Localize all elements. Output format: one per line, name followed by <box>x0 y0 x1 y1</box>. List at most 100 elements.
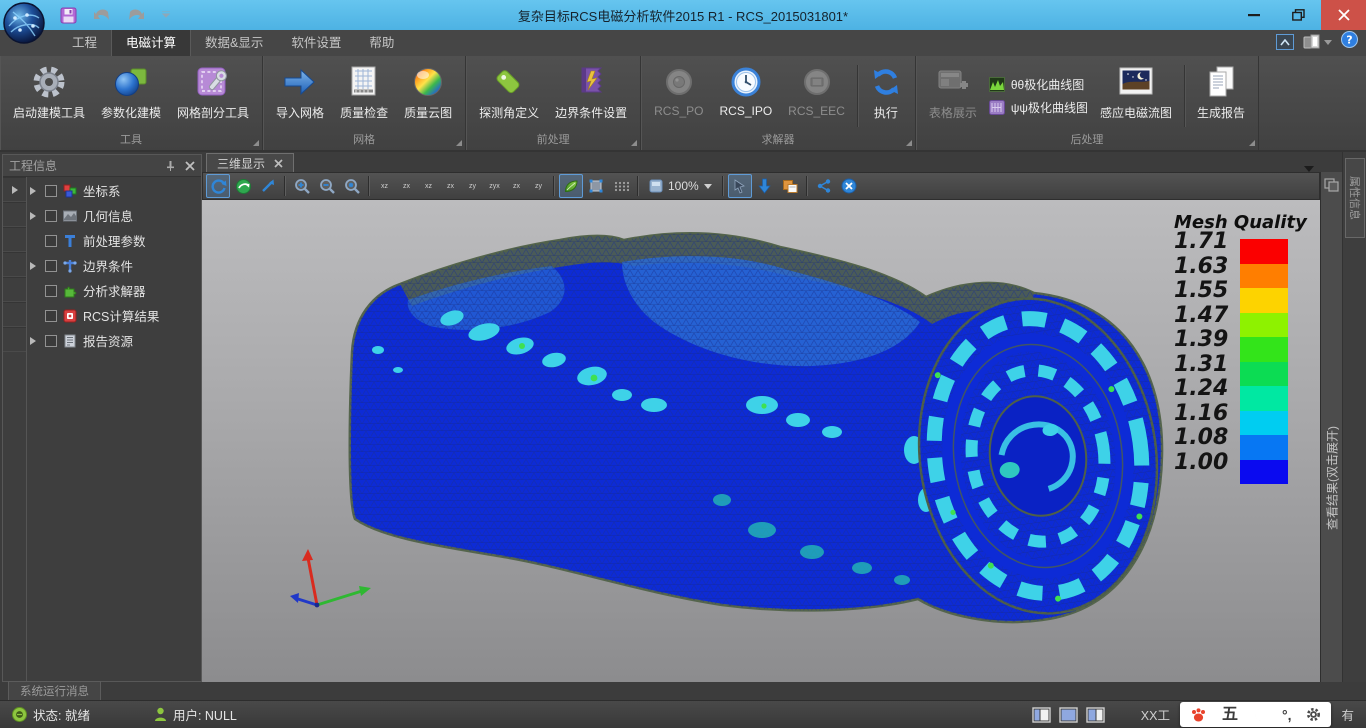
help-button[interactable]: ? <box>1341 31 1358 53</box>
app-logo[interactable] <box>3 2 45 44</box>
tab-3d-display[interactable]: 三维显示 <box>206 153 294 172</box>
gutter-cell[interactable] <box>3 327 26 352</box>
tab-close-icon[interactable] <box>274 159 283 168</box>
layout-left-panel-icon[interactable] <box>1032 707 1051 723</box>
tree-item-geometry-info[interactable]: 几何信息 <box>27 203 201 228</box>
results-side-tab[interactable]: 查看结果(双击展开) <box>1320 172 1342 682</box>
qat-dropdown[interactable] <box>161 11 171 19</box>
quality-check-button[interactable]: 质量检查 <box>332 59 396 133</box>
restore-button[interactable] <box>1276 0 1321 30</box>
ime-punctuation-button[interactable]: °, <box>1282 708 1292 722</box>
view-orient-button-4[interactable]: zx <box>440 174 461 198</box>
gear-icon[interactable] <box>1306 707 1321 722</box>
tab-em-compute[interactable]: 电磁计算 <box>111 27 191 56</box>
grid-mode-button[interactable] <box>609 174 633 198</box>
panel-close-icon[interactable] <box>185 161 195 171</box>
wireframe-mode-button[interactable] <box>584 174 608 198</box>
tab-data-display[interactable]: 数据&显示 <box>191 28 277 56</box>
share-view-button[interactable] <box>812 174 836 198</box>
gutter-cell[interactable] <box>3 177 26 202</box>
gutter-cell[interactable] <box>3 227 26 252</box>
layout-full-panel-icon[interactable] <box>1059 707 1078 723</box>
import-mesh-button[interactable]: 导入网格 <box>268 59 332 133</box>
execute-button[interactable]: 执行 <box>862 59 910 133</box>
view-orient-button-7[interactable]: zx <box>506 174 527 198</box>
gutter-cell[interactable] <box>3 302 26 327</box>
induced-current-map-button[interactable]: 感应电磁流图 <box>1092 59 1180 133</box>
zoom-fit-button[interactable] <box>340 174 364 198</box>
undo-button[interactable] <box>93 8 111 22</box>
zoom-in-button[interactable] <box>290 174 314 198</box>
tree-checkbox[interactable] <box>45 285 57 297</box>
tree-item-boundary-conditions[interactable]: 边界条件 <box>27 253 201 278</box>
shaded-mode-button[interactable] <box>559 174 583 198</box>
tree-checkbox[interactable] <box>45 210 57 222</box>
tree-item-analysis-solver[interactable]: 分析求解器 <box>27 278 201 303</box>
probe-angle-button[interactable]: 探测角定义 <box>471 59 547 133</box>
expander-icon[interactable] <box>30 262 40 270</box>
parametric-modeling-button[interactable]: 参数化建模 <box>93 59 169 133</box>
collapse-ribbon-button[interactable] <box>1276 34 1294 50</box>
mesh-partition-tool-button[interactable]: 网格剖分工具 <box>169 59 257 133</box>
dialog-launcher[interactable] <box>456 140 462 146</box>
copy-view-button[interactable] <box>778 174 802 198</box>
view-orient-button-6[interactable]: zyx <box>484 174 505 198</box>
view-orient-button-2[interactable]: zx <box>396 174 417 198</box>
gutter-cell[interactable] <box>3 277 26 302</box>
system-messages-tab[interactable]: 系统运行消息 <box>8 681 101 700</box>
tab-settings[interactable]: 软件设置 <box>277 28 355 56</box>
view-orient-button-3[interactable]: xz <box>418 174 439 198</box>
rotate-view-button[interactable] <box>206 174 230 198</box>
tree-item-preprocess-params[interactable]: 前处理参数 <box>27 228 201 253</box>
3d-viewport-canvas[interactable]: Mesh Quality 1.71 1.63 1.55 1.47 1.39 1.… <box>202 200 1320 682</box>
tab-help[interactable]: 帮助 <box>355 28 408 56</box>
orbit-button[interactable] <box>231 174 255 198</box>
minimize-button[interactable] <box>1231 0 1276 30</box>
close-button[interactable] <box>1321 0 1366 30</box>
view-orient-button-8[interactable]: zy <box>528 174 549 198</box>
dialog-launcher[interactable] <box>253 140 259 146</box>
quality-cloudmap-button[interactable]: 质量云图 <box>396 59 460 133</box>
pan-button[interactable] <box>256 174 280 198</box>
moon-icon[interactable] <box>1253 707 1267 722</box>
tree-checkbox[interactable] <box>45 185 57 197</box>
device-button[interactable] <box>1303 34 1332 51</box>
zoom-out-button[interactable] <box>315 174 339 198</box>
tree-item-coordinate-system[interactable]: 坐标系 <box>27 178 201 203</box>
expander-icon[interactable] <box>30 187 40 195</box>
baidu-paw-icon[interactable] <box>1190 707 1207 723</box>
select-tool-button[interactable] <box>728 174 752 198</box>
tree-checkbox[interactable] <box>45 310 57 322</box>
ime-wubi-button[interactable]: 五 <box>1222 707 1238 723</box>
psi-polarization-curve-button[interactable]: ψψ极化曲线图 <box>989 99 1088 116</box>
table-display-button[interactable]: 表格展示 <box>921 59 985 133</box>
save-button[interactable] <box>60 7 77 24</box>
generate-report-button[interactable]: 生成报告 <box>1189 59 1253 133</box>
zoom-level-combo[interactable]: 100% <box>643 179 718 193</box>
tree-item-rcs-results[interactable]: RCS计算结果 <box>27 303 201 328</box>
view-orient-button-1[interactable]: xz <box>374 174 395 198</box>
redo-button[interactable] <box>127 8 145 22</box>
gutter-cell[interactable] <box>3 252 26 277</box>
rcs-eec-button[interactable]: RCS_EEC <box>780 59 853 133</box>
expander-icon[interactable] <box>30 337 40 345</box>
dialog-launcher[interactable] <box>906 140 912 146</box>
dialog-launcher[interactable] <box>1249 140 1255 146</box>
tree-checkbox[interactable] <box>45 260 57 272</box>
tree-checkbox[interactable] <box>45 235 57 247</box>
tab-project[interactable]: 工程 <box>58 28 111 56</box>
cancel-button[interactable] <box>837 174 861 198</box>
theta-polarization-curve-button[interactable]: θθ极化曲线图 <box>989 76 1088 93</box>
tree-item-report-resources[interactable]: 报告资源 <box>27 328 201 353</box>
view-orient-button-5[interactable]: zy <box>462 174 483 198</box>
gutter-cell[interactable] <box>3 202 26 227</box>
layout-sidebar-icon[interactable] <box>1086 707 1105 723</box>
tree-checkbox[interactable] <box>45 335 57 347</box>
import-view-button[interactable] <box>753 174 777 198</box>
properties-side-tab[interactable]: 属性信息 <box>1345 158 1365 238</box>
rcs-po-button[interactable]: RCS_PO <box>646 59 711 133</box>
dialog-launcher[interactable] <box>631 140 637 146</box>
boundary-conditions-button[interactable]: 边界条件设置 <box>547 59 635 133</box>
expander-icon[interactable] <box>30 212 40 220</box>
rcs-ipo-button[interactable]: RCS_IPO <box>711 59 780 133</box>
